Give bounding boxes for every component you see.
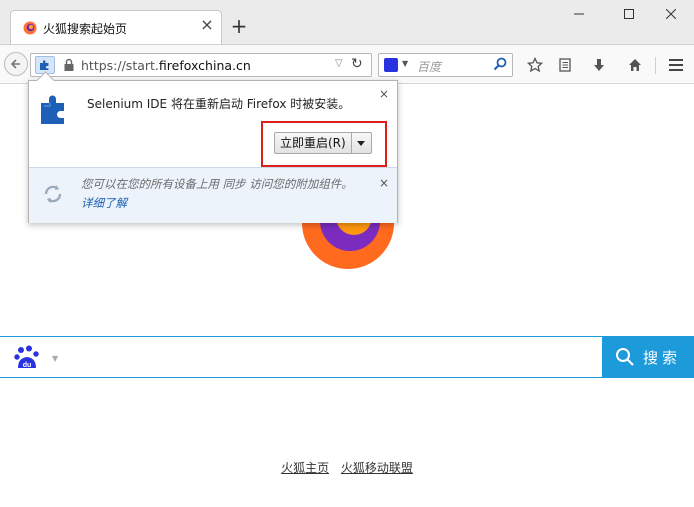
toolbar-separator [655, 57, 656, 74]
back-button[interactable] [4, 52, 28, 76]
new-tab-button[interactable]: + [230, 16, 248, 36]
search-placeholder: 百度 [417, 60, 442, 74]
firefox-icon [23, 21, 37, 35]
star-icon [527, 57, 543, 73]
learn-more-link[interactable]: 详细了解 [81, 195, 127, 211]
puzzle-icon [41, 95, 64, 124]
footer-link-home[interactable]: 火狐主页 [281, 461, 329, 475]
engine-switch-icon[interactable]: ▼ [52, 354, 58, 363]
reload-icon[interactable]: ↻ [351, 56, 363, 72]
reading-list-icon [559, 58, 571, 72]
maximize-button[interactable] [606, 0, 652, 28]
close-icon [666, 9, 676, 19]
addon-install-message: Selenium IDE 将在重新启动 Firefox 时被安装。 [87, 97, 351, 111]
url-text: https://start.firefoxchina.cn [81, 58, 251, 73]
downloads-button[interactable] [587, 53, 611, 77]
footer-links: 火狐主页 火狐移动联盟 [0, 459, 694, 476]
highlight-box [261, 121, 387, 167]
home-button[interactable] [623, 53, 647, 77]
sync-icon [44, 185, 62, 203]
bookmark-star-button[interactable] [523, 53, 547, 77]
home-icon [629, 59, 641, 71]
magnifier-icon [615, 348, 634, 366]
popup-close-button[interactable]: × [379, 87, 389, 101]
navigation-toolbar: https://start.firefoxchina.cn ▽ ↻ ▼ 百度 [0, 44, 694, 84]
baidu-engine-icon[interactable] [384, 58, 398, 72]
addon-install-popup: Selenium IDE 将在重新启动 Firefox 时被安装。 × 立即重启… [28, 71, 398, 223]
addon-install-section: Selenium IDE 将在重新启动 Firefox 时被安装。 × 立即重启… [29, 81, 397, 167]
tab-title: 火狐搜索起始页 [43, 22, 128, 36]
sync-close-button[interactable]: × [379, 176, 389, 190]
hamburger-menu-icon [669, 59, 683, 71]
url-domain: firefoxchina.cn [158, 58, 251, 73]
back-arrow-icon [10, 59, 20, 69]
minimize-button[interactable] [556, 0, 602, 28]
lock-icon [64, 58, 74, 71]
minimize-icon [574, 13, 584, 15]
baidu-search-box[interactable]: du ▼ 搜索 [0, 336, 694, 378]
engine-dropdown-icon[interactable]: ▼ [402, 59, 408, 68]
menu-button[interactable] [664, 53, 688, 77]
search-button-label: 搜索 [642, 348, 681, 367]
reading-list-button[interactable] [553, 53, 577, 77]
search-go-icon[interactable] [493, 57, 507, 71]
download-icon [594, 59, 604, 71]
svg-text:du: du [23, 362, 32, 369]
sync-notice-section: 您可以在您的所有设备上用 同步 访问您的附加组件。 详细了解 × [29, 167, 397, 223]
title-bar: 火狐搜索起始页 × + [0, 0, 694, 45]
url-prefix: https://start. [81, 58, 159, 73]
url-bar[interactable]: https://start.firefoxchina.cn ▽ ↻ [30, 53, 372, 77]
footer-link-mobile[interactable]: 火狐移动联盟 [341, 461, 413, 475]
search-button[interactable]: 搜索 [602, 336, 694, 378]
url-dropdown-icon[interactable]: ▽ [335, 58, 343, 69]
window-close-button[interactable] [648, 0, 694, 28]
search-bar[interactable]: ▼ 百度 [378, 53, 513, 77]
puzzle-icon [40, 60, 49, 70]
maximize-icon [624, 9, 634, 19]
tab-close-button[interactable]: × [199, 17, 215, 33]
sync-message: 您可以在您的所有设备上用 同步 访问您的附加组件。 [81, 177, 353, 191]
browser-tab[interactable]: 火狐搜索起始页 × [10, 10, 222, 45]
baidu-icon[interactable]: du [14, 345, 42, 371]
